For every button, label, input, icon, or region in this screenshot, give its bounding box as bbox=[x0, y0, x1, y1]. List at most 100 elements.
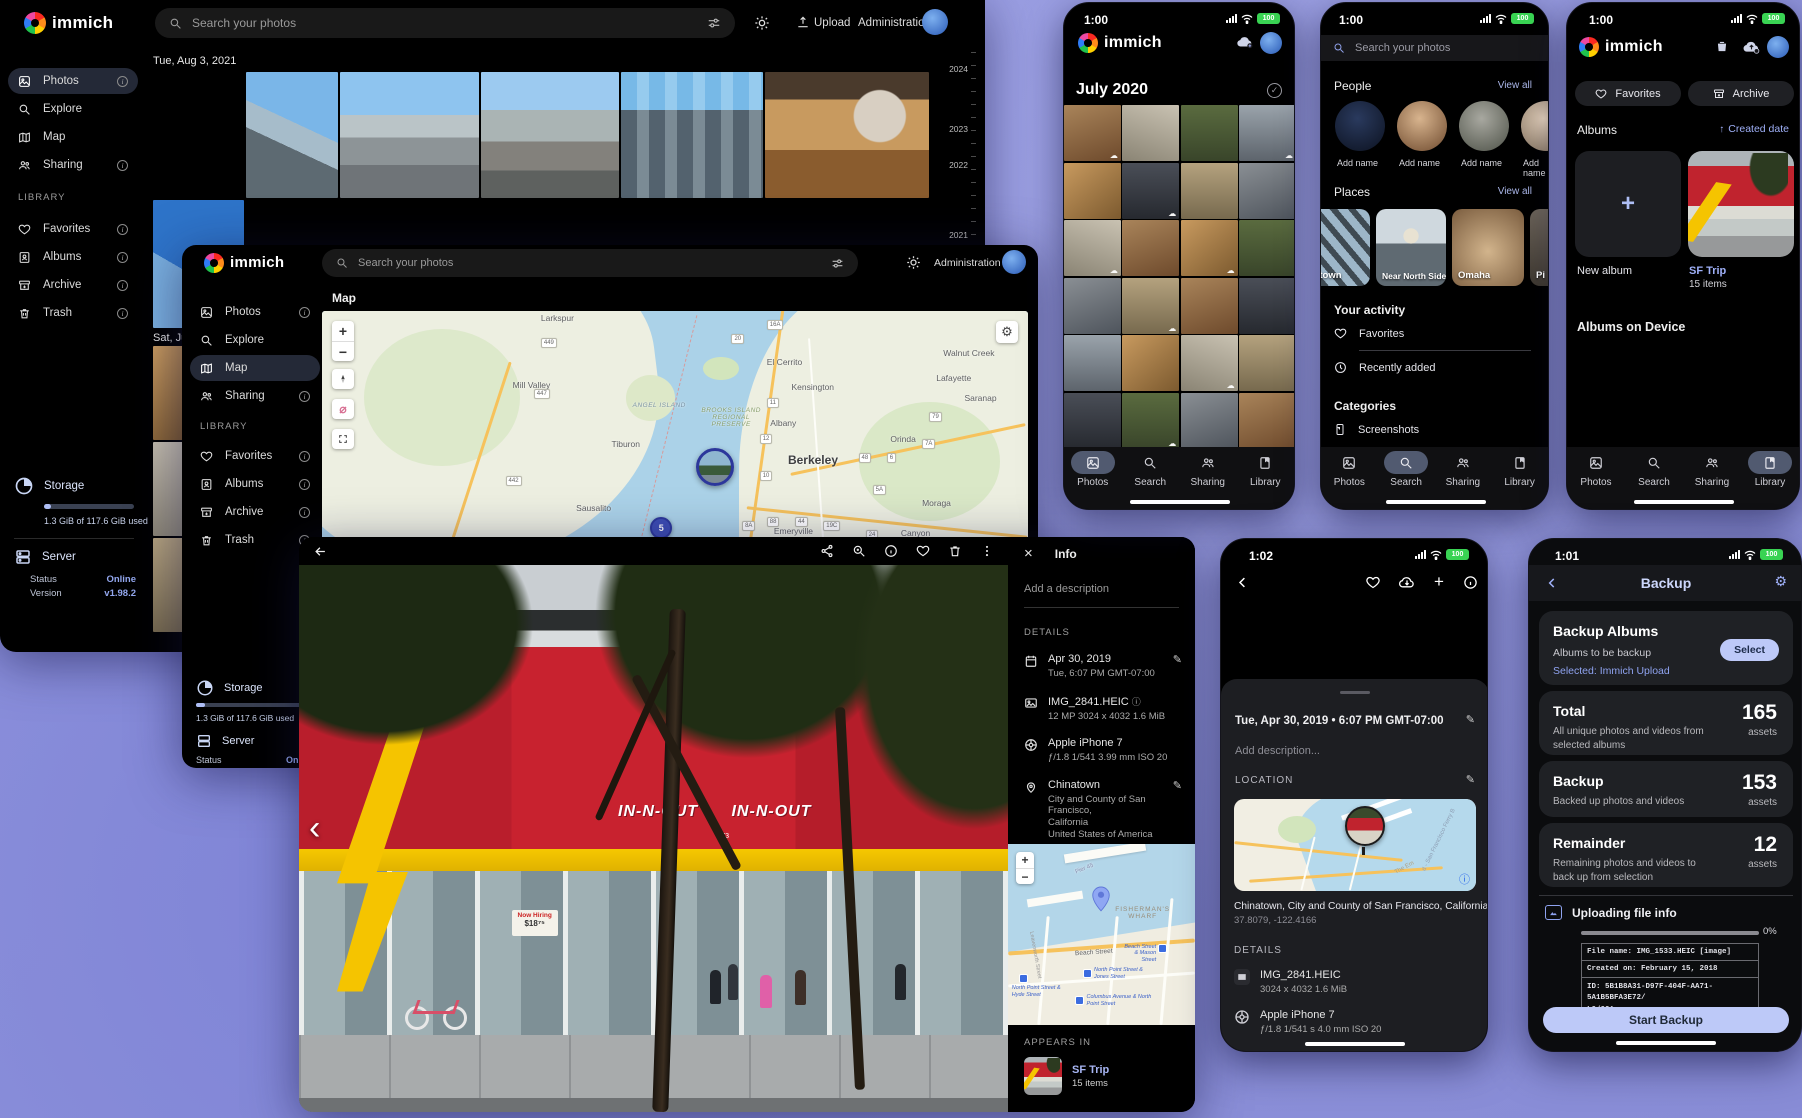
people-view-all[interactable]: View all bbox=[1498, 80, 1532, 91]
map-info-icon[interactable]: ⓘ bbox=[1459, 871, 1470, 887]
photo-thumbnail[interactable] bbox=[153, 72, 244, 198]
photo-thumbnail[interactable] bbox=[1064, 393, 1121, 449]
nav-photos[interactable]: Photos bbox=[1567, 447, 1625, 509]
edit-pencil-icon[interactable]: ✎ bbox=[1173, 779, 1182, 792]
sidebar-item-archive[interactable]: Archivei bbox=[8, 272, 138, 298]
person-avatar[interactable] bbox=[1459, 101, 1509, 151]
edit-pencil-icon[interactable]: ✎ bbox=[1173, 653, 1182, 666]
map-compass-control[interactable] bbox=[332, 369, 354, 389]
start-backup-button[interactable]: Start Backup bbox=[1543, 1007, 1789, 1033]
photo-thumbnail[interactable] bbox=[1239, 220, 1295, 276]
theme-toggle-sun-icon[interactable] bbox=[906, 255, 921, 270]
place-card[interactable]: Chinatown bbox=[1321, 209, 1370, 286]
photo-thumbnail[interactable] bbox=[340, 72, 479, 198]
photo-thumbnail[interactable] bbox=[1122, 278, 1179, 334]
add-name-label[interactable]: Add name bbox=[1337, 158, 1378, 168]
photo-thumbnail[interactable] bbox=[1122, 393, 1179, 449]
place-card[interactable]: Pi bbox=[1530, 209, 1549, 286]
photo-thumbnail[interactable] bbox=[1122, 105, 1179, 161]
add-description-field[interactable]: Add description... bbox=[1235, 745, 1320, 757]
photo-thumbnail[interactable] bbox=[1181, 105, 1238, 161]
zoom-in-button[interactable]: + bbox=[332, 321, 354, 341]
favorite-heart-icon[interactable] bbox=[916, 544, 930, 558]
upload-icon[interactable] bbox=[796, 15, 810, 29]
home-indicator[interactable] bbox=[1386, 500, 1486, 504]
photo-thumbnail[interactable] bbox=[153, 346, 183, 440]
search-bar[interactable]: Search your photos bbox=[1321, 35, 1549, 61]
photo-thumbnail[interactable] bbox=[1122, 220, 1179, 276]
sidebar-item-sharing[interactable]: Sharingi bbox=[8, 152, 138, 178]
photo-thumbnail[interactable] bbox=[621, 72, 763, 198]
photo-thumbnail[interactable] bbox=[1181, 278, 1238, 334]
sidebar-item-favorites[interactable]: Favoritesi bbox=[8, 216, 138, 242]
plus-icon[interactable]: + bbox=[1434, 572, 1444, 592]
photo-thumbnail[interactable] bbox=[1239, 393, 1295, 449]
photo-thumbnail[interactable] bbox=[1064, 105, 1121, 161]
photo-thumbnail[interactable] bbox=[1181, 220, 1238, 276]
photo-thumbnail[interactable] bbox=[1239, 278, 1295, 334]
administration-link[interactable]: Administration bbox=[858, 17, 931, 29]
info-icon[interactable] bbox=[884, 544, 898, 558]
sidebar-item-explore[interactable]: Explore bbox=[190, 327, 320, 353]
nav-photos[interactable]: Photos bbox=[1064, 447, 1122, 509]
cloud-sync-icon[interactable] bbox=[1236, 35, 1254, 49]
person-avatar[interactable] bbox=[1335, 101, 1385, 151]
sheet-drag-handle[interactable] bbox=[1340, 691, 1370, 694]
previous-photo-button[interactable]: ‹ bbox=[309, 811, 320, 845]
user-avatar[interactable] bbox=[1002, 250, 1026, 274]
gear-icon[interactable]: ⚙ bbox=[1774, 573, 1787, 590]
photo-thumbnail[interactable] bbox=[1064, 220, 1121, 276]
back-arrow-icon[interactable] bbox=[313, 544, 328, 559]
photo-thumbnail[interactable] bbox=[246, 72, 338, 198]
add-name-label[interactable]: Add name bbox=[1523, 158, 1548, 178]
user-avatar[interactable] bbox=[1767, 36, 1789, 58]
close-icon[interactable]: × bbox=[1024, 545, 1033, 562]
photo-thumbnail[interactable] bbox=[1122, 163, 1179, 219]
sidebar-item-albums[interactable]: Albumsi bbox=[8, 244, 138, 270]
trash-icon[interactable] bbox=[1715, 39, 1729, 54]
filter-sliders-icon[interactable] bbox=[707, 16, 721, 30]
edit-pencil-icon[interactable]: ✎ bbox=[1466, 773, 1475, 786]
screenshots-row[interactable]: Screenshots bbox=[1334, 423, 1419, 436]
viewer-photo[interactable]: IN-N-OUT IN-N-OUT 373 Now Hiring $18⁷⁵ ‹ bbox=[299, 565, 1008, 1112]
photo-thumbnail[interactable] bbox=[1064, 278, 1121, 334]
nav-photos[interactable]: Photos bbox=[1321, 447, 1378, 509]
place-card[interactable]: Near North Side bbox=[1376, 209, 1446, 286]
zoom-in-button[interactable]: + bbox=[1016, 852, 1034, 868]
location-mini-map[interactable]: Pier 45 FISHERMAN'S WHARF Beach Street L… bbox=[1008, 844, 1195, 1025]
photo-thumbnail[interactable] bbox=[765, 72, 929, 198]
sidebar-item-map[interactable]: Map bbox=[190, 355, 320, 381]
edit-pencil-icon[interactable]: ✎ bbox=[1466, 713, 1475, 726]
favorites-pill-button[interactable]: Favorites bbox=[1575, 81, 1681, 106]
sidebar-item-archive[interactable]: Archivei bbox=[190, 499, 320, 525]
photo-thumbnail[interactable] bbox=[1239, 105, 1295, 161]
add-name-label[interactable]: Add name bbox=[1461, 158, 1502, 168]
sidebar-item-trash[interactable]: Trashi bbox=[8, 300, 138, 326]
sidebar-item-favorites[interactable]: Favoritesi bbox=[190, 443, 320, 469]
delete-trash-icon[interactable] bbox=[948, 544, 962, 558]
minimap-zoom-controls[interactable]: +− bbox=[1016, 852, 1034, 884]
map-zoom-controls[interactable]: +− bbox=[332, 321, 354, 361]
new-album-card[interactable]: + bbox=[1575, 151, 1681, 257]
cloud-upload-icon[interactable] bbox=[1742, 40, 1761, 54]
share-icon[interactable] bbox=[820, 544, 834, 558]
select-button[interactable]: Select bbox=[1720, 639, 1779, 661]
nav-library[interactable]: Library bbox=[1741, 447, 1799, 509]
upload-label[interactable]: Upload bbox=[814, 17, 850, 29]
cloud-download-icon[interactable] bbox=[1398, 576, 1416, 589]
photo-thumbnail[interactable] bbox=[1122, 335, 1179, 391]
home-indicator[interactable] bbox=[1634, 500, 1734, 504]
photo-thumbnail[interactable] bbox=[1181, 393, 1238, 449]
photo-thumbnail[interactable] bbox=[1181, 335, 1238, 391]
person-avatar[interactable] bbox=[1397, 101, 1447, 151]
sidebar-item-albums[interactable]: Albumsi bbox=[190, 471, 320, 497]
favorite-heart-icon[interactable] bbox=[1365, 575, 1381, 590]
more-options-icon[interactable] bbox=[980, 544, 994, 558]
home-indicator[interactable] bbox=[1616, 1041, 1716, 1045]
back-chevron-icon[interactable] bbox=[1235, 575, 1250, 590]
sidebar-item-photos[interactable]: Photosi bbox=[8, 68, 138, 94]
info-icon[interactable] bbox=[1463, 575, 1478, 590]
nav-library[interactable]: Library bbox=[1237, 447, 1295, 509]
user-avatar[interactable] bbox=[922, 9, 948, 35]
detail-row-date[interactable]: Apr 30, 2019Tue, 6:07 PM GMT-07:00 ✎ bbox=[1024, 653, 1182, 679]
